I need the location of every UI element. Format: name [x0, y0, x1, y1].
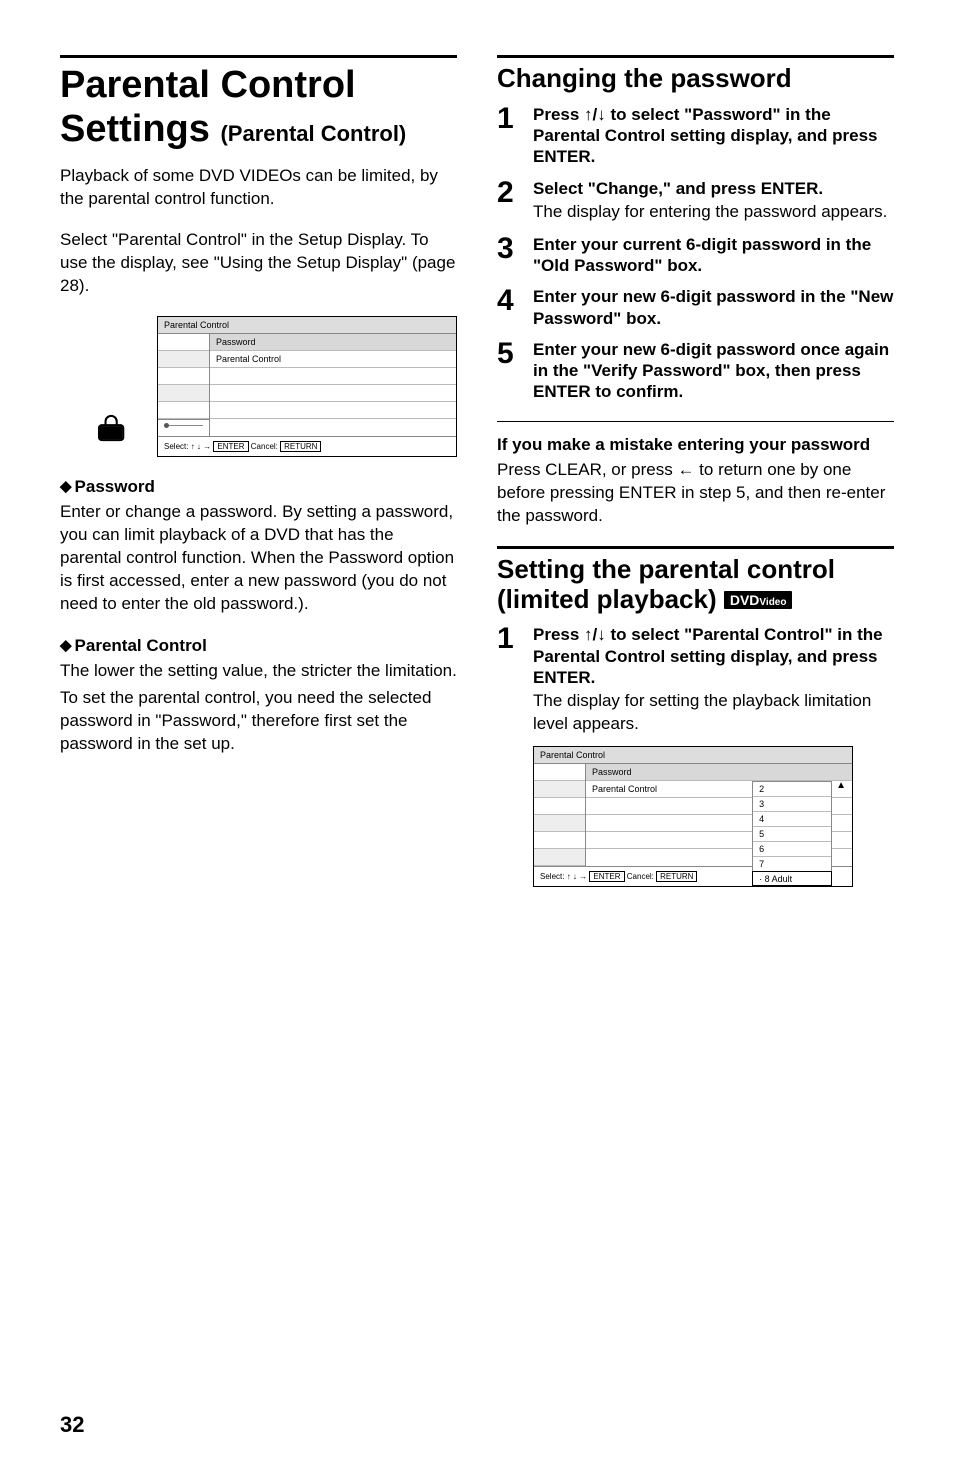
dvd-video-badge: DVDVideo — [724, 591, 793, 610]
step-head: Enter your new 6-digit password once aga… — [533, 339, 894, 403]
level-3: 3 — [753, 797, 831, 812]
parental-heading: ◆Parental Control — [60, 636, 457, 656]
password-heading-text: Password — [75, 477, 155, 496]
updown-icon: ↑ ↓ — [567, 872, 577, 881]
password-heading: ◆Password — [60, 477, 457, 497]
sel-dot: · — [759, 874, 762, 884]
parental-body-2: To set the parental control, you need th… — [60, 687, 457, 756]
mistake-body: Press CLEAR, or press ← to return one by… — [497, 459, 894, 528]
setting-parental-line2: (limited playback) — [497, 584, 717, 614]
step-2: 2 Select "Change," and press ENTER. The … — [497, 178, 894, 224]
step-5: 5 Enter your new 6-digit password once a… — [497, 339, 894, 403]
ui2-cancel-label: Cancel: — [627, 872, 654, 881]
title-sub: (Parental Control) — [220, 121, 406, 146]
step-body: The display for setting the playback lim… — [533, 690, 894, 736]
lock-icon — [98, 414, 128, 442]
ui1-footer-select: Select: — [164, 442, 188, 451]
setting-parental-heading: Setting the parental control (limited pl… — [497, 555, 894, 615]
ui1-title: Parental Control — [158, 317, 456, 334]
ui2-title: Parental Control — [534, 747, 852, 764]
step-head: Press ↑/↓ to select "Parental Control" i… — [533, 624, 894, 688]
steps-changing-password: 1 Press ↑/↓ to select "Password" in the … — [497, 104, 894, 403]
right-arrow-icon: → — [579, 872, 587, 881]
ui2-enter: ENTER — [589, 871, 624, 882]
section-rule-1 — [497, 55, 894, 58]
intro-para-1: Playback of some DVD VIDEOs can be limit… — [60, 165, 457, 211]
parental-body-1: The lower the setting value, the stricte… — [60, 660, 457, 683]
password-body: Enter or change a password. By setting a… — [60, 501, 457, 616]
setup-screenshot-1: Parental Control Password Parental Contr… — [140, 316, 457, 457]
ui1-row-password: Password — [210, 334, 456, 351]
step-num: 3 — [497, 234, 521, 277]
diamond-icon: ◆ — [60, 637, 72, 654]
step-num: 4 — [497, 286, 521, 329]
step-num: 1 — [497, 624, 521, 736]
level-4: 4 — [753, 812, 831, 827]
page-number: 32 — [60, 1412, 84, 1438]
sel-text: 8 Adult — [765, 874, 793, 884]
level-2: 2 — [753, 782, 831, 797]
changing-password-heading: Changing the password — [497, 64, 894, 94]
ui1-enter: ENTER — [213, 441, 248, 452]
step-3: 3 Enter your current 6-digit password in… — [497, 234, 894, 277]
section-rule-2 — [497, 546, 894, 549]
video-text: Video — [759, 597, 786, 608]
diamond-icon: ◆ — [60, 478, 72, 495]
title-line2: Settings — [60, 108, 210, 150]
title-line1: Parental Control — [60, 64, 356, 106]
step-body: The display for entering the password ap… — [533, 201, 894, 224]
step-num: 5 — [497, 339, 521, 403]
step-b-1: 1 Press ↑/↓ to select "Parental Control"… — [497, 624, 894, 736]
updown-icon: ↑ ↓ — [191, 442, 201, 451]
ui1-return: RETURN — [280, 441, 321, 452]
ui2-row-password: Password — [586, 764, 852, 781]
step-num: 1 — [497, 104, 521, 168]
ui1-row-parental: Parental Control — [210, 351, 456, 368]
mistake-heading: If you make a mistake entering your pass… — [497, 434, 894, 455]
step-4: 4 Enter your new 6-digit password in the… — [497, 286, 894, 329]
level-5: 5 — [753, 827, 831, 842]
step-head: Enter your new 6-digit password in the "… — [533, 286, 894, 329]
step-head: Enter your current 6-digit password in t… — [533, 234, 894, 277]
step-1: 1 Press ↑/↓ to select "Password" in the … — [497, 104, 894, 168]
level-7: 7 — [753, 857, 831, 872]
ui1-footer: Select: ↑ ↓ → ENTER Cancel: RETURN — [158, 436, 456, 456]
ui2-parental-label: Parental Control — [592, 784, 657, 794]
right-arrow-icon: → — [203, 442, 211, 451]
right-column: Changing the password 1 Press ↑/↓ to sel… — [497, 55, 894, 895]
divider — [497, 421, 894, 422]
step-num: 2 — [497, 178, 521, 224]
ui1-cancel-label: Cancel: — [251, 442, 278, 451]
step-head: Press ↑/↓ to select "Password" in the Pa… — [533, 104, 894, 168]
title-rule — [60, 55, 457, 58]
page-title: Parental Control Settings (Parental Cont… — [60, 64, 457, 151]
setup-screenshot-2: Parental Control Password Parental Contr… — [533, 746, 853, 887]
ui2-footer-select: Select: — [540, 872, 564, 881]
level-selector: 2 3 4 5 6 7 · 8 Adult ▲ — [752, 781, 846, 886]
triangle-up-icon: ▲ — [836, 781, 846, 791]
step-head: Select "Change," and press ENTER. — [533, 178, 894, 199]
left-column: Parental Control Settings (Parental Cont… — [60, 55, 457, 895]
level-8-adult: · 8 Adult — [752, 871, 832, 886]
dvd-text: DVD — [730, 592, 760, 608]
ui2-return: RETURN — [656, 871, 697, 882]
level-6: 6 — [753, 842, 831, 857]
steps-setting-parental: 1 Press ↑/↓ to select "Parental Control"… — [497, 624, 894, 736]
setting-parental-line1: Setting the parental control — [497, 554, 835, 584]
parental-heading-text: Parental Control — [75, 636, 207, 655]
intro-para-2: Select "Parental Control" in the Setup D… — [60, 229, 457, 298]
